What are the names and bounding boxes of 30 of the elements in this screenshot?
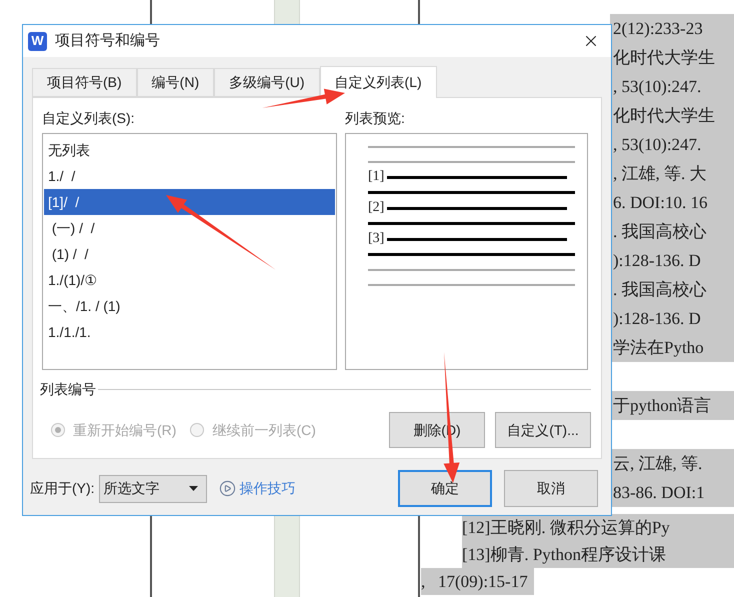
app-logo-icon: W (28, 32, 47, 50)
tab[interactable]: 自定义列表(L) (320, 66, 437, 98)
group-label: 列表编号 (40, 380, 96, 399)
preview-marker: [1] (368, 170, 384, 184)
dialog-button[interactable]: 确定 (398, 470, 492, 507)
apply-to-dropdown[interactable]: 所选文字 (98, 474, 207, 502)
tab[interactable]: 编号(N) (136, 68, 214, 97)
panel-button[interactable]: 自定义(T)... (495, 412, 591, 448)
preview-marker: [3] (368, 232, 384, 246)
list-item[interactable]: 一、/1. / (1) (44, 293, 335, 319)
list-label: 自定义列表(S): (42, 109, 136, 128)
list-item[interactable]: 1./(1)/① (44, 267, 335, 293)
list-item[interactable]: 无列表 (44, 137, 335, 163)
list-item[interactable]: (一) / / (44, 215, 335, 241)
list-item[interactable]: 1./ / (44, 163, 335, 189)
list-item[interactable]: [1]/ / (44, 189, 335, 215)
play-icon (218, 480, 236, 497)
apply-to-label: 应用于(Y): (30, 479, 95, 498)
list-item[interactable]: (1) / / (44, 241, 335, 267)
radio-label: 继续前一列表(C) (212, 420, 316, 440)
tab[interactable]: 项目符号(B) (32, 68, 137, 97)
radio-label: 重新开始编号(R) (73, 420, 176, 440)
tips-link[interactable]: 操作技巧 (240, 478, 296, 499)
list-item[interactable]: 1./1./1. (44, 319, 335, 345)
dialog-button[interactable]: 取消 (504, 470, 598, 507)
window-title: 项目符号和编号 (55, 30, 161, 51)
caret-icon (188, 486, 198, 491)
tab[interactable]: 多级编号(U) (214, 68, 320, 97)
preview-marker: [2] (368, 201, 384, 215)
preview-label: 列表预览: (345, 109, 406, 128)
